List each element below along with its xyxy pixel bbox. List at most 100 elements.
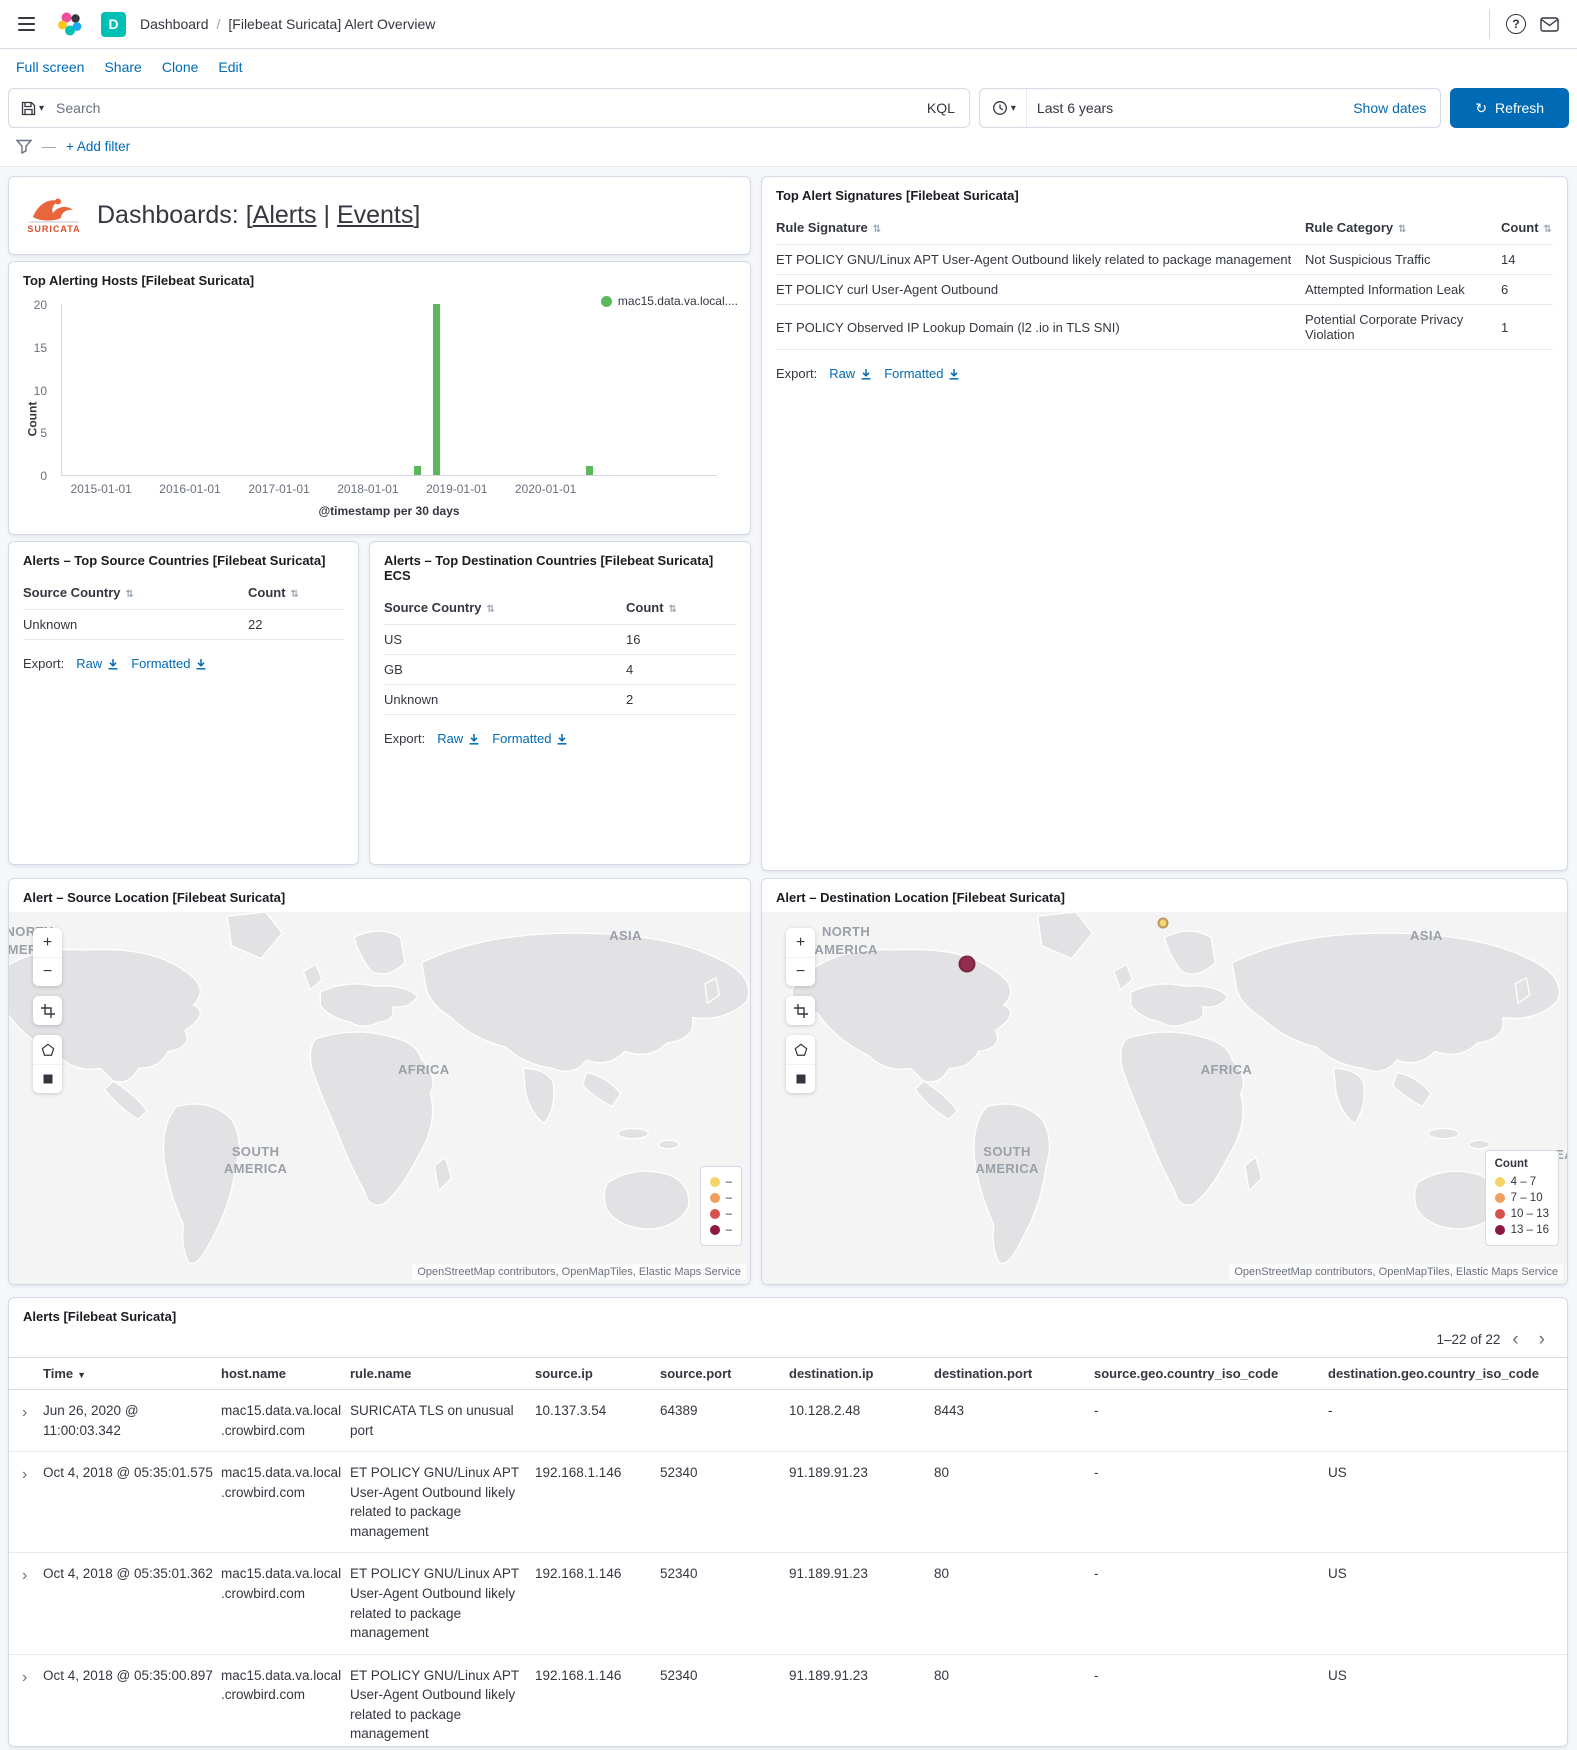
menu-link[interactable]: Share (104, 59, 141, 75)
mail-icon[interactable] (1536, 13, 1563, 36)
next-page-button[interactable]: › (1531, 1330, 1553, 1349)
world-map (9, 912, 750, 1284)
cell-source-ip: 192.168.1.146 (535, 1452, 660, 1552)
column-header-rule-name[interactable]: rule.name (350, 1358, 535, 1389)
cell-destination-port: 80 (934, 1452, 1094, 1552)
alerts-dashboard-link[interactable]: Alerts (253, 201, 317, 229)
dashboard-content: SURICATA Dashboards: [Alerts | Events] T… (0, 167, 1577, 1745)
hosts-chart-bar[interactable] (586, 466, 593, 475)
menu-link[interactable]: Full screen (16, 59, 84, 75)
zoom-in-button[interactable]: + (33, 928, 62, 957)
panel-title: Top Alert Signatures [Filebeat Suricata] (762, 177, 1567, 209)
expand-row-button[interactable]: › (9, 1655, 43, 1747)
cell-destination-ip: 10.128.2.48 (789, 1390, 934, 1451)
column-header-count[interactable]: Count⇅ (248, 585, 344, 600)
column-header-time[interactable]: Time▼ (43, 1358, 221, 1389)
download-icon (107, 658, 119, 670)
hosts-chart: mac15.data.va.local.... Count 05101520 2… (9, 294, 750, 532)
country-row: Unknown 22 (23, 610, 344, 640)
legend-dot (710, 1209, 720, 1219)
cell-source-port: 52340 (660, 1655, 789, 1747)
signatures-table-body: ET POLICY GNU/Linux APT User-Agent Outbo… (776, 245, 1553, 350)
export-formatted-link[interactable]: Formatted (492, 731, 568, 746)
search-box: ▾ KQL (8, 88, 970, 128)
column-header-count[interactable]: Count⇅ (626, 600, 736, 615)
refresh-button[interactable]: ↻ Refresh (1450, 88, 1569, 128)
source-countries-header: Source Country⇅ Count⇅ (23, 576, 344, 610)
signature-row: ET POLICY GNU/Linux APT User-Agent Outbo… (776, 245, 1553, 275)
column-header-destination-ip[interactable]: destination.ip (789, 1358, 934, 1389)
cell-rule-name: ET POLICY GNU/Linux APT User-Agent Outbo… (350, 1655, 535, 1747)
export-formatted-link[interactable]: Formatted (884, 366, 960, 381)
column-header-source-port[interactable]: source.port (660, 1358, 789, 1389)
y-axis-tick-label: 5 (40, 426, 47, 440)
column-header-count[interactable]: Count⇅ (1501, 220, 1553, 235)
search-input[interactable] (52, 100, 913, 116)
add-filter-button[interactable]: + Add filter (66, 139, 130, 154)
column-header-source-geo[interactable]: source.geo.country_iso_code (1094, 1358, 1328, 1389)
hosts-chart-bar[interactable] (433, 304, 440, 475)
alerts-table-header: Time▼ host.name rule.name source.ip sour… (9, 1357, 1567, 1390)
column-header-source-country[interactable]: Source Country⇅ (384, 600, 626, 615)
crop-tool-button[interactable] (33, 996, 62, 1025)
filter-icon[interactable] (16, 139, 32, 154)
export-row: Export: Raw Formatted (9, 640, 358, 687)
elastic-logo[interactable] (53, 7, 87, 41)
kql-language-button[interactable]: KQL (913, 100, 969, 116)
breadcrumb-dashboard[interactable]: Dashboard (140, 16, 209, 32)
menu-icon[interactable] (14, 13, 39, 35)
download-icon (468, 733, 480, 745)
map-marker[interactable] (959, 956, 976, 973)
map-region-label: ASIA (609, 927, 642, 945)
map-legend: Count 4 – 7 7 – 10 (1485, 1150, 1559, 1246)
previous-page-button[interactable]: ‹ (1504, 1330, 1526, 1349)
menu-link[interactable]: Clone (162, 59, 199, 75)
zoom-out-button[interactable]: − (33, 957, 62, 986)
export-raw-link[interactable]: Raw (437, 731, 480, 746)
polygon-tool-button[interactable] (33, 1035, 62, 1064)
destination-location-map[interactable]: NORTH AMERICAASIAAFRICASOUTH AMERICAOCEA… (762, 912, 1567, 1284)
panel-title: Top Alerting Hosts [Filebeat Suricata] (9, 262, 750, 294)
events-dashboard-link[interactable]: Events (337, 201, 413, 229)
map-marker[interactable] (1157, 918, 1168, 929)
time-quick-select-icon[interactable]: ▾ (980, 89, 1027, 127)
country-row: Unknown 2 (384, 685, 736, 715)
column-header-host-name[interactable]: host.name (221, 1358, 350, 1389)
map-attribution[interactable]: OpenStreetMap contributors, OpenMapTiles… (412, 1264, 746, 1280)
show-dates-button[interactable]: Show dates (1353, 100, 1440, 116)
export-raw-link[interactable]: Raw (829, 366, 872, 381)
help-icon[interactable]: ? (1502, 10, 1530, 38)
column-header-destination-port[interactable]: destination.port (934, 1358, 1094, 1389)
expand-row-button[interactable]: › (9, 1390, 43, 1451)
rectangle-tool-button[interactable] (33, 1064, 62, 1093)
sort-icon: ⇅ (1544, 224, 1552, 235)
expand-row-button[interactable]: › (9, 1452, 43, 1552)
column-header-rule-category[interactable]: Rule Category⇅ (1305, 220, 1501, 235)
map-attribution[interactable]: OpenStreetMap contributors, OpenMapTiles… (1229, 1264, 1563, 1280)
column-header-source-ip[interactable]: source.ip (535, 1358, 660, 1389)
export-raw-link[interactable]: Raw (76, 656, 119, 671)
column-header-expand (9, 1358, 43, 1389)
sort-icon: ⇅ (1398, 224, 1406, 235)
legend-row: 13 – 16 (1495, 1222, 1549, 1238)
hosts-chart-bar[interactable] (414, 466, 421, 475)
expand-row-button[interactable]: › (9, 1553, 43, 1653)
saved-query-icon[interactable]: ▾ (9, 101, 52, 116)
legend-row: 7 – 10 (1495, 1190, 1549, 1206)
column-header-source-country[interactable]: Source Country⇅ (23, 585, 248, 600)
cell-source-ip: 10.137.3.54 (535, 1390, 660, 1451)
column-header-rule-signature[interactable]: Rule Signature⇅ (776, 220, 1305, 235)
crop-tool-button[interactable] (786, 996, 815, 1025)
rectangle-tool-button[interactable] (786, 1064, 815, 1093)
zoom-in-button[interactable]: + (786, 928, 815, 957)
column-header-destination-geo[interactable]: destination.geo.country_iso_code (1328, 1358, 1567, 1389)
time-range-value[interactable]: Last 6 years (1027, 100, 1353, 116)
zoom-out-button[interactable]: − (786, 957, 815, 986)
alert-row: › Oct 4, 2018 @ 05:35:01.362 mac15.data.… (9, 1553, 1567, 1654)
export-formatted-link[interactable]: Formatted (131, 656, 207, 671)
signature-row: ET POLICY Observed IP Lookup Domain (l2 … (776, 305, 1553, 350)
menu-link[interactable]: Edit (218, 59, 242, 75)
polygon-tool-button[interactable] (786, 1035, 815, 1064)
legend-row: – (710, 1206, 732, 1222)
source-location-map[interactable]: NORTH AMERICAASIAAFRICASOUTH AMERICA + − (9, 912, 750, 1284)
